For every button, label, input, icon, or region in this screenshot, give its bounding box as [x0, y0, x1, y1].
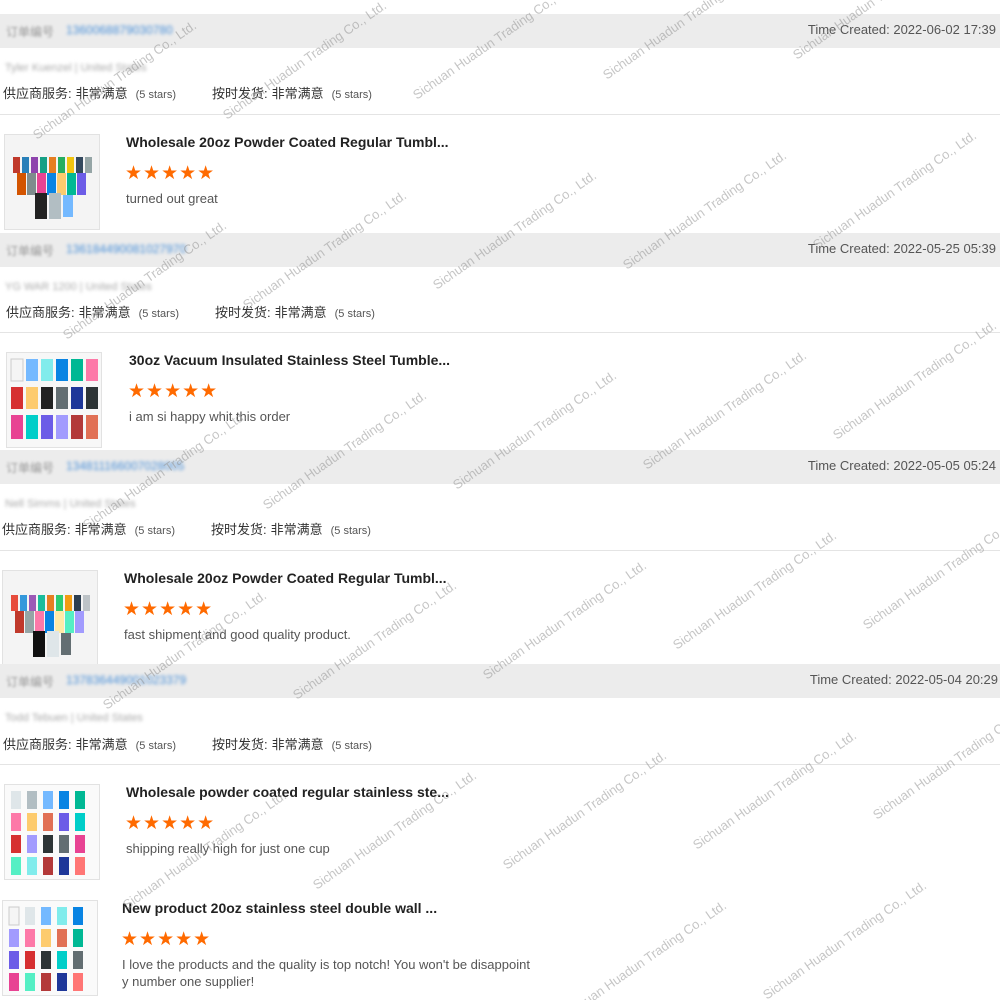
order-ratings: 供应商服务: 非常满意 (5 stars) 按时发货: 非常满意 (5 stars): [3, 83, 372, 102]
watermark-text: Sichuan Huadun Trading Co., Ltd.: [560, 897, 730, 1000]
supplier-service-label: 供应商服务:: [2, 522, 71, 537]
star-rating: ★★★★★: [123, 599, 214, 620]
review-comment: turned out great: [126, 191, 218, 206]
order-number-link[interactable]: 136184490081027970: [66, 242, 186, 256]
product-title-link[interactable]: Wholesale powder coated regular stainles…: [126, 784, 449, 800]
review-comment: fast shipment and good quality product.: [124, 627, 351, 642]
order-number-label: 订单编号: [6, 244, 55, 258]
order-number-label: 订单编号: [6, 675, 55, 689]
supplier-service-value: 非常满意: [74, 522, 127, 537]
order-number-link[interactable]: 137836449001023379: [66, 673, 186, 687]
order-header: 订单编号 137836449001023379 Time Created: 20…: [0, 664, 1000, 698]
on-time-shipment-value: 非常满意: [271, 737, 324, 752]
on-time-shipment-value: 非常满意: [274, 305, 327, 320]
tumbler-group-photo-icon[interactable]: [2, 570, 98, 666]
product-title-link[interactable]: Wholesale 20oz Powder Coated Regular Tum…: [124, 570, 447, 586]
order-number-link[interactable]: 134811166007028005: [66, 459, 184, 473]
order-header: 订单编号 134811166007028005 Time Created: 20…: [0, 450, 1000, 484]
watermark-text: Sichuan Huadun Trading Co., Ltd.: [760, 877, 930, 1000]
on-time-shipment-stars: (5 stars): [330, 525, 371, 537]
supplier-service-value: 非常满意: [78, 305, 131, 320]
time-created: Time Created: 2022-05-04 20:29: [809, 672, 998, 687]
supplier-service-label: 供应商服务:: [6, 305, 75, 320]
order-ratings: 供应商服务: 非常满意 (5 stars) 按时发货: 非常满意 (5 stars): [3, 734, 372, 753]
tumbler-grid-photo-icon[interactable]: [4, 784, 100, 880]
on-time-shipment-label: 按时发货:: [211, 737, 268, 752]
watermark-text: Sichuan Huadun Trading Co., Ltd.: [690, 727, 860, 853]
supplier-service-label: 供应商服务:: [3, 737, 72, 752]
divider: [0, 332, 1000, 333]
time-created: Time Created: 2022-06-02 17:39: [807, 22, 996, 37]
product-review: Wholesale 20oz Powder Coated Regular Tum…: [0, 570, 540, 666]
review-comment: I love the products and the quality is t…: [122, 957, 530, 989]
product-review: 30oz Vacuum Insulated Stainless Steel Tu…: [0, 352, 540, 448]
buyer-info: YG WAR 1200 | United States: [5, 281, 152, 293]
on-time-shipment-stars: (5 stars): [334, 308, 375, 320]
on-time-shipment-label: 按时发货:: [210, 522, 267, 537]
watermark-text: Sichuan Huadun Trading Co., Ltd.: [670, 527, 840, 653]
on-time-shipment-stars: (5 stars): [331, 89, 372, 101]
supplier-service-label: 供应商服务:: [3, 86, 72, 101]
supplier-service-value: 非常满意: [75, 86, 128, 101]
on-time-shipment-value: 非常满意: [270, 522, 323, 537]
review-comment: i am si happy whit this order: [129, 409, 291, 424]
product-review: Wholesale powder coated regular stainles…: [0, 784, 540, 880]
order-ratings: 供应商服务: 非常满意 (5 stars) 按时发货: 非常满意 (5 stars): [2, 519, 371, 538]
star-rating: ★★★★★: [121, 929, 212, 950]
supplier-service-stars: (5 stars): [138, 308, 179, 320]
on-time-shipment-stars: (5 stars): [331, 740, 372, 752]
on-time-shipment-label: 按时发货:: [211, 86, 268, 101]
buyer-info: Nell Simms | United States: [5, 498, 136, 510]
supplier-service-stars: (5 stars): [135, 740, 176, 752]
supplier-service-stars: (5 stars): [134, 525, 175, 537]
tumbler-grid-photo-icon[interactable]: [6, 352, 102, 448]
tumbler-grid-photo-icon[interactable]: [2, 900, 98, 996]
buyer-info: Tyler Kuenzel | United States: [5, 62, 147, 74]
product-title-link[interactable]: Wholesale 20oz Powder Coated Regular Tum…: [126, 134, 449, 150]
review-list: 订单编号 1360068879030780 Time Created: 2022…: [0, 0, 1000, 1000]
divider: [0, 550, 1000, 551]
order-ratings: 供应商服务: 非常满意 (5 stars) 按时发货: 非常满意 (5 stars): [6, 302, 375, 321]
on-time-shipment-value: 非常满意: [271, 86, 324, 101]
watermark-text: Sichuan Huadun Trading Co., Ltd.: [830, 317, 1000, 443]
order-number-link[interactable]: 1360068879030780: [66, 23, 173, 37]
order-number-label: 订单编号: [6, 461, 55, 475]
order-number-label: 订单编号: [6, 25, 55, 39]
supplier-service-stars: (5 stars): [135, 89, 176, 101]
watermark-text: Sichuan Huadun Trading Co., Ltd.: [860, 508, 1000, 633]
time-created: Time Created: 2022-05-25 05:39: [807, 241, 996, 256]
product-title-link[interactable]: New product 20oz stainless steel double …: [122, 900, 437, 916]
watermark-text: Sichuan Huadun Trading Co., Ltd.: [870, 698, 1000, 823]
order-header: 订单编号 136184490081027970 Time Created: 20…: [0, 233, 1000, 267]
tumbler-group-photo-icon[interactable]: [4, 134, 100, 230]
supplier-service-value: 非常满意: [75, 737, 128, 752]
star-rating: ★★★★★: [125, 163, 216, 184]
product-review: New product 20oz stainless steel double …: [0, 900, 540, 1000]
divider: [0, 114, 1000, 115]
time-created: Time Created: 2022-05-05 05:24: [807, 458, 996, 473]
product-title-link[interactable]: 30oz Vacuum Insulated Stainless Steel Tu…: [129, 352, 450, 368]
buyer-info: Todd Tebuen | United States: [5, 712, 143, 724]
order-header: 订单编号 1360068879030780 Time Created: 2022…: [0, 14, 1000, 48]
star-rating: ★★★★★: [125, 813, 216, 834]
star-rating: ★★★★★: [128, 381, 219, 402]
product-review: Wholesale 20oz Powder Coated Regular Tum…: [0, 134, 540, 230]
divider: [0, 764, 1000, 765]
review-comment: shipping really high for just one cup: [126, 841, 330, 856]
on-time-shipment-label: 按时发货:: [214, 305, 271, 320]
